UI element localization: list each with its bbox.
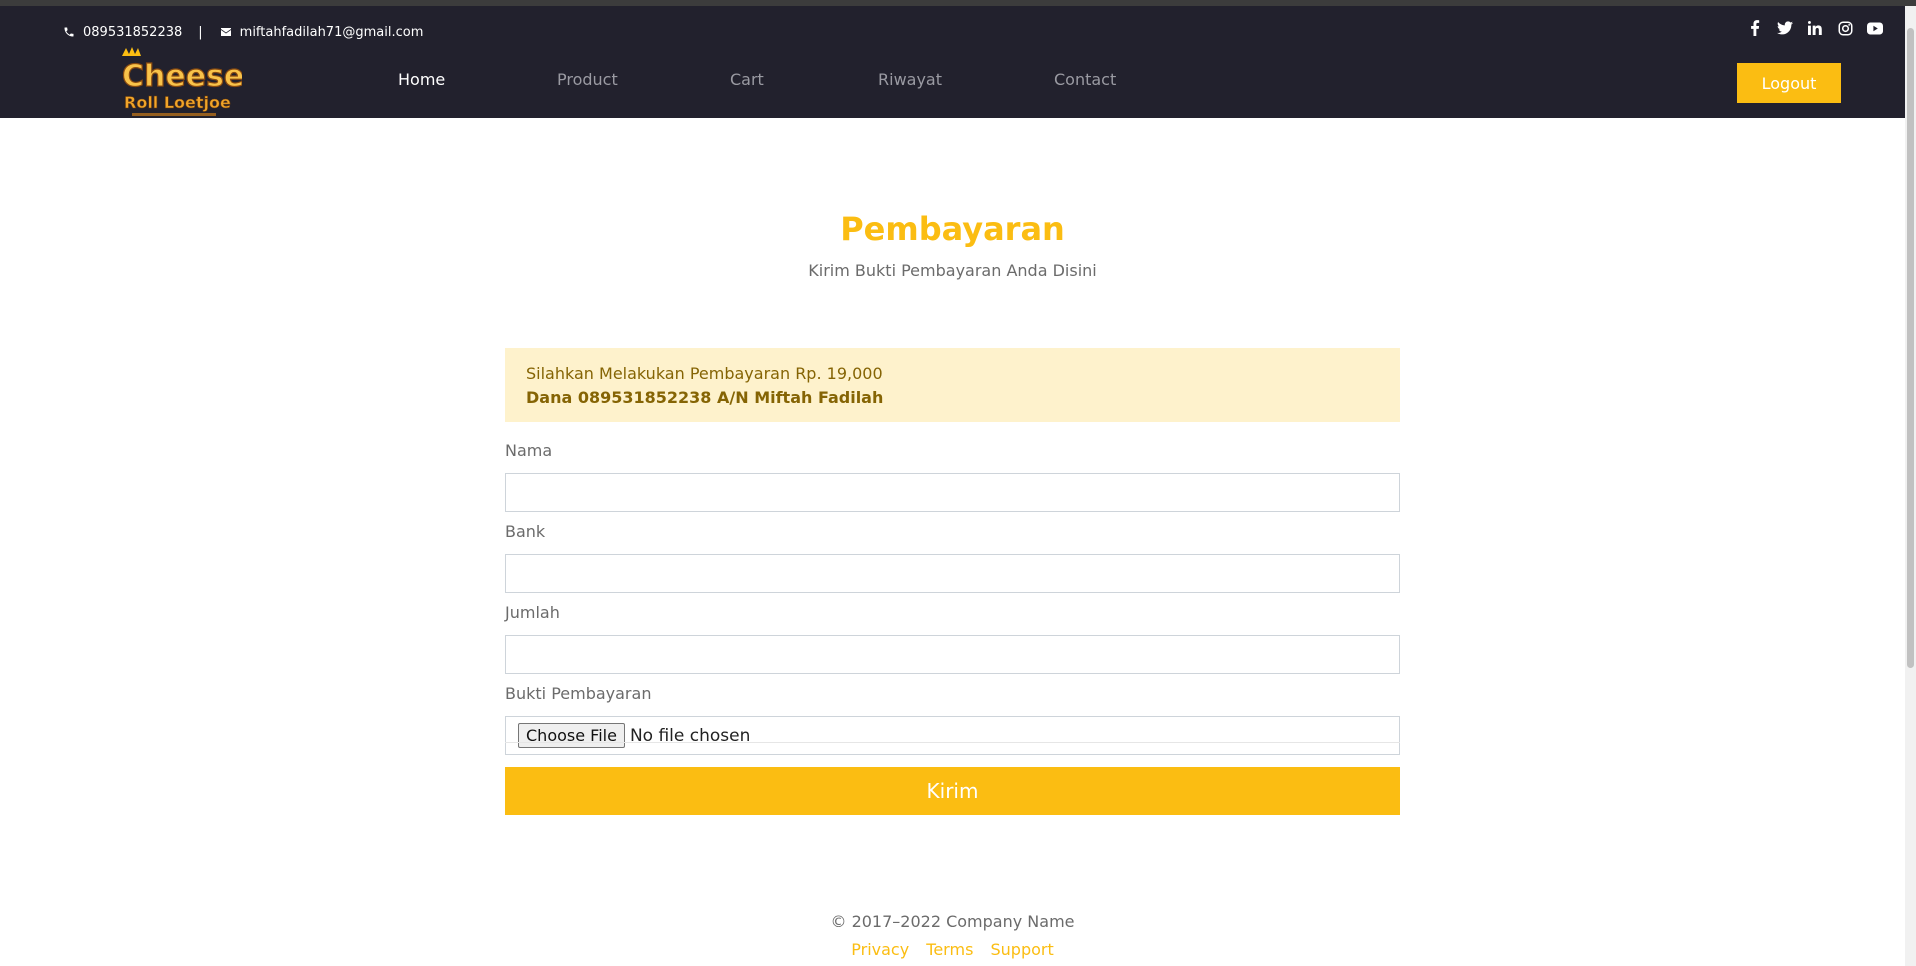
jumlah-label: Jumlah <box>505 603 560 622</box>
bukti-pembayaran-file-input[interactable]: Choose File No file chosen <box>505 716 1400 755</box>
payment-account-text: Dana 089531852238 A/N Miftah Fadilah <box>526 388 884 407</box>
nav-contact[interactable]: Contact <box>1054 70 1116 89</box>
nama-input[interactable] <box>505 473 1400 512</box>
contact-bar: 089531852238 | miftahfadilah71@gmail.com <box>62 20 423 44</box>
logo-line1: Cheese <box>122 59 242 94</box>
bank-label: Bank <box>505 522 546 541</box>
email-icon <box>219 25 233 39</box>
bukti-pembayaran-label: Bukti Pembayaran <box>505 684 652 703</box>
logout-button[interactable]: Logout <box>1737 63 1841 103</box>
payment-info-alert: Silahkan Melakukan Pembayaran Rp. 19,000… <box>505 348 1400 422</box>
nav-product[interactable]: Product <box>557 70 730 89</box>
payment-form: Nama Bank Jumlah Bukti Pembayaran Choose… <box>505 438 1400 762</box>
form-divider <box>505 742 1400 743</box>
page-subtitle: Kirim Bukti Pembayaran Anda Disini <box>808 261 1097 280</box>
scrollbar-thumb[interactable] <box>1907 28 1914 668</box>
footer-links: Privacy Terms Support <box>0 940 1905 959</box>
main-nav: Home Product Cart Riwayat Contact <box>398 70 1116 89</box>
footer-link-privacy[interactable]: Privacy <box>851 940 909 959</box>
nav-riwayat[interactable]: Riwayat <box>878 70 1054 89</box>
choose-file-button[interactable]: Choose File <box>518 723 625 748</box>
nav-home[interactable]: Home <box>398 70 557 89</box>
brand-logo[interactable]: Cheese Roll Loetjoe <box>118 46 245 120</box>
phone-icon <box>62 25 76 39</box>
youtube-icon[interactable] <box>1867 20 1883 36</box>
contact-phone: 089531852238 <box>83 24 183 40</box>
jumlah-input[interactable] <box>505 635 1400 674</box>
footer-link-terms[interactable]: Terms <box>926 940 973 959</box>
facebook-icon[interactable] <box>1747 20 1763 36</box>
social-links <box>1747 20 1883 36</box>
nav-cart[interactable]: Cart <box>730 70 878 89</box>
bank-input[interactable] <box>505 554 1400 593</box>
payment-amount-text: Silahkan Melakukan Pembayaran Rp. 19,000 <box>526 364 883 383</box>
twitter-icon[interactable] <box>1777 20 1793 36</box>
logo-line2: Roll Loetjoe <box>124 93 231 112</box>
contact-email: miftahfadilah71@gmail.com <box>239 24 424 40</box>
linkedin-icon[interactable] <box>1807 20 1823 36</box>
site-header: 089531852238 | miftahfadilah71@gmail.com… <box>0 6 1905 118</box>
page-scrollbar[interactable] <box>1905 6 1916 966</box>
footer-link-support[interactable]: Support <box>991 940 1054 959</box>
page-title: Pembayaran <box>840 210 1065 248</box>
nama-label: Nama <box>505 441 553 460</box>
instagram-icon[interactable] <box>1837 20 1853 36</box>
kirim-button[interactable]: Kirim <box>505 767 1400 815</box>
footer-copyright: © 2017–2022 Company Name <box>830 912 1075 931</box>
contact-separator: | <box>198 24 203 40</box>
